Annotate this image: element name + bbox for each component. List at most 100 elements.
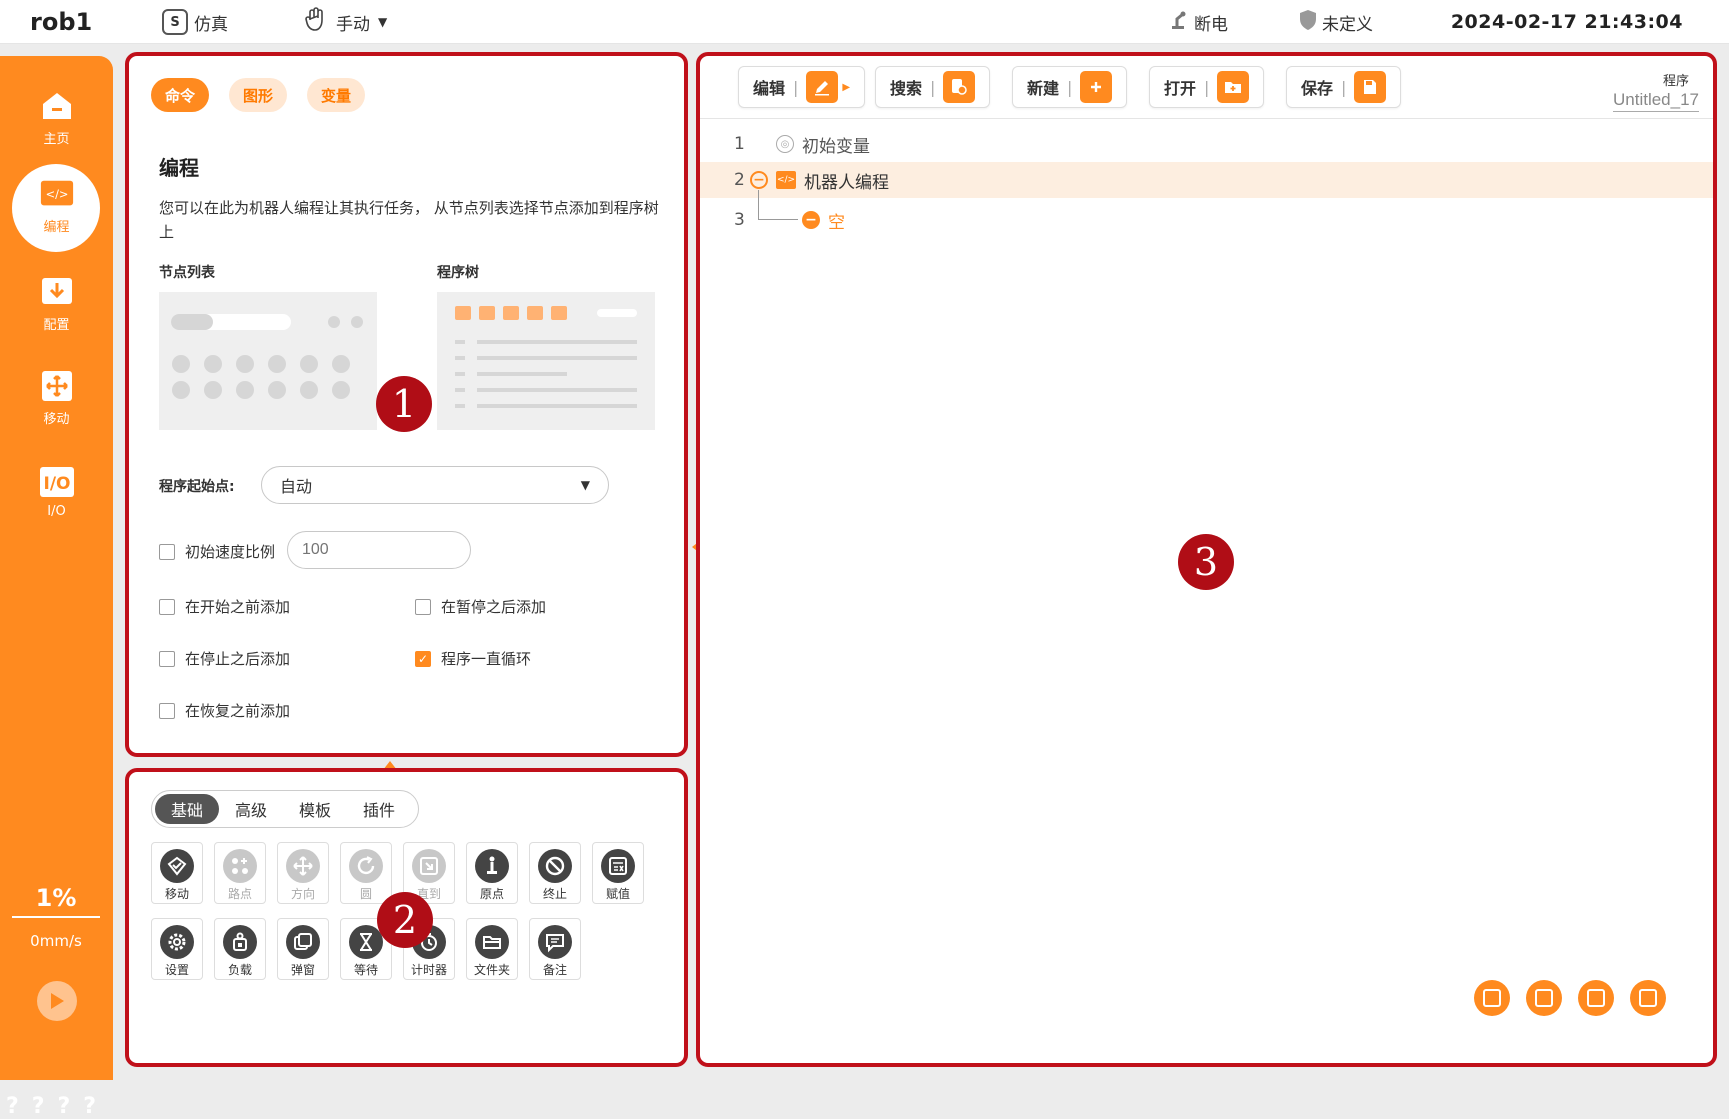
program-tree-illustration [437,292,655,430]
tree-row[interactable]: 3 − 空 [700,202,1713,238]
move-check-icon [160,849,194,883]
script-view-button[interactable] [1630,980,1666,1016]
node-payload[interactable]: 负载 [214,918,266,980]
open-button[interactable]: 打开 | [1149,66,1265,108]
tree-row-selected[interactable]: 2 − </> 机器人编程 [700,162,1713,198]
power-status: 断电 [1168,0,1228,44]
node-label: 赋值 [605,887,630,901]
play-icon [51,993,64,1009]
payload-icon [223,925,257,959]
checkbox-box[interactable] [159,598,175,615]
node-popup[interactable]: 弹窗 [277,918,329,980]
checkbox-checked-icon[interactable]: ✓ [415,650,431,667]
start-point-select[interactable]: 自动 ▼ [261,466,609,504]
collapse-all-icon [1535,989,1553,1007]
sidebar-item-programming[interactable]: </> 编程 [0,164,113,252]
tree-node-label: 初始变量 [802,136,870,157]
help-icon[interactable]: ? [83,1094,96,1119]
edit-button[interactable]: 编辑 | ▶ [738,66,866,108]
speed-percent[interactable]: 1% [12,884,100,918]
tab-command[interactable]: 命令 [151,78,210,112]
node-label: 计时器 [410,963,447,977]
tree-row[interactable]: 1 ◎ 初始变量 [700,126,1713,162]
home-icon [39,90,75,122]
collapse-icon[interactable]: − [750,171,768,189]
new-button[interactable]: 新建 | [1012,66,1128,108]
program-node-icon: </> [776,171,796,189]
collapse-tree-button[interactable] [1526,980,1562,1016]
annotation-badge-1: 1 [376,376,432,432]
tab-templates[interactable]: 模板 [283,794,347,824]
chevron-right-icon: ▶ [842,81,851,93]
node-circle[interactable]: 圆 [340,842,392,904]
tab-basic[interactable]: 基础 [155,794,219,824]
node-label: 备注 [542,963,567,977]
io-icon: I/O [39,466,75,498]
help-icon[interactable]: ? [6,1094,19,1119]
search-button[interactable]: 搜索 | [875,66,991,108]
node-origin[interactable]: 原点 [466,842,518,904]
speed-mm: 0mm/s [30,932,82,950]
init-speed-input[interactable] [287,531,471,569]
sidebar-item-home[interactable]: 主页 [0,76,113,160]
datetime: 2024-02-17 21:43:04 [1450,11,1683,33]
chevron-down-icon: ▼ [378,15,388,29]
manual-mode-dropdown[interactable]: 手动 ▼ [302,0,387,44]
tab-graphics[interactable]: 图形 [229,78,288,112]
option-loop-forever[interactable]: ✓ 程序一直循环 [415,648,531,669]
option-before-resume[interactable]: 在恢复之前添加 [159,700,290,721]
node-category-tabs: 基础 高级 模板 插件 [151,790,419,828]
checkbox-box[interactable] [415,598,431,615]
node-palette-panel: 基础 高级 模板 插件 移动 路点 方向 圆 直到 原点 终止 赋值 设置 负载… [125,768,688,1067]
option-before-start[interactable]: 在开始之前添加 [159,596,290,617]
checkbox-box[interactable] [159,650,175,667]
program-name[interactable]: Untitled_17 [1612,90,1699,112]
line-number: 3 [734,210,745,230]
node-assign[interactable]: 赋值 [592,842,644,904]
node-direction[interactable]: 方向 [277,842,329,904]
sim-mode-button[interactable]: S 仿真 [162,0,228,44]
node-waypoint[interactable]: 路点 [214,842,266,904]
save-button[interactable]: 保存 | [1286,66,1402,108]
node-list-label: 节点列表 [159,265,215,281]
node-stop[interactable]: 终止 [529,842,581,904]
move-icon [39,370,75,402]
power-label: 断电 [1194,14,1228,35]
sidebar-item-config[interactable]: 配置 [0,262,113,346]
hand-icon [302,6,330,39]
sidebar-item-label: 编程 [43,219,70,235]
node-comment[interactable]: 备注 [529,918,581,980]
option-after-pause[interactable]: 在暂停之后添加 [415,596,546,617]
sim-label: 仿真 [194,14,228,35]
sidebar-item-label: 主页 [43,131,70,147]
help-icon[interactable]: ? [58,1094,71,1119]
program-settings-panel: 命令 图形 变量 编程 您可以在此为机器人编程让其执行任务， 从节点列表选择节点… [125,52,688,757]
annotation-badge-2: 2 [377,892,433,948]
fit-icon [1587,989,1605,1007]
node-folder[interactable]: 文件夹 [466,918,518,980]
node-label: 设置 [164,963,189,977]
edit-label: 编辑 [753,79,786,98]
sidebar-item-io[interactable]: I/O I/O [0,450,113,534]
sim-icon: S [162,9,188,35]
node-move[interactable]: 移动 [151,842,203,904]
node-label: 圆 [359,887,372,901]
line-number: 1 [734,134,745,154]
checkbox-box[interactable] [159,543,175,560]
tab-plugins[interactable]: 插件 [347,794,411,824]
play-button[interactable] [37,981,77,1021]
expand-tree-button[interactable] [1474,980,1510,1016]
help-icon[interactable]: ? [32,1094,45,1119]
checkbox-box[interactable] [159,702,175,719]
folder-icon [475,925,509,959]
tab-variables[interactable]: 变量 [307,78,366,112]
option-after-stop[interactable]: 在停止之后添加 [159,648,290,669]
sidebar-item-move[interactable]: 移动 [0,356,113,440]
init-speed-checkbox[interactable]: 初始速度比例 [159,541,275,562]
safety-status: 未定义 [1298,0,1373,44]
fit-view-button[interactable] [1578,980,1614,1016]
option-label: 在停止之后添加 [185,650,291,668]
tab-advanced[interactable]: 高级 [219,794,283,824]
node-set[interactable]: 设置 [151,918,203,980]
save-icon [1354,71,1387,103]
